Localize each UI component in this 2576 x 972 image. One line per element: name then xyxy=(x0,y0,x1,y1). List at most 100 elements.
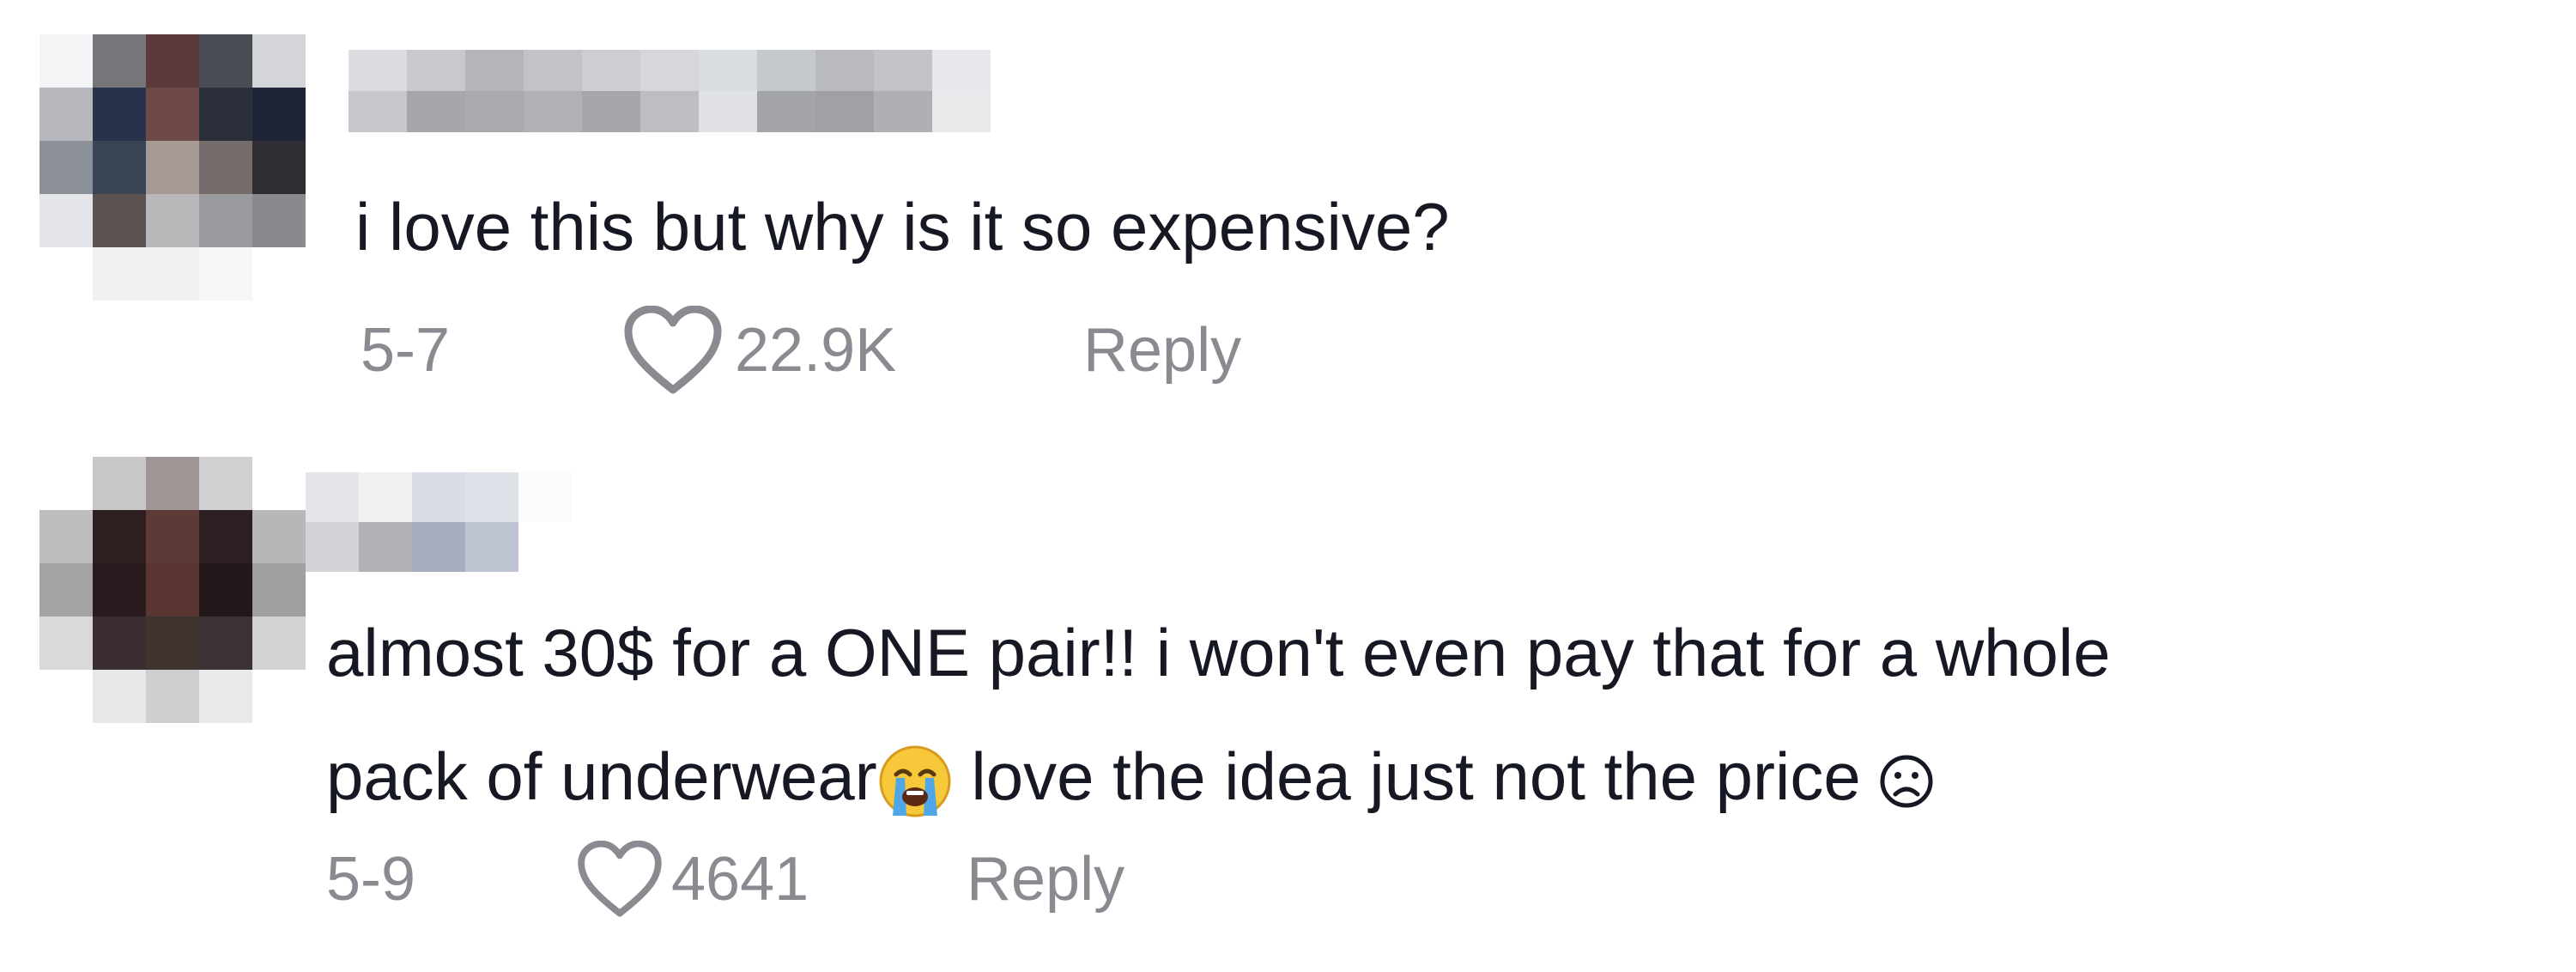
frowning-face-icon xyxy=(1879,754,1934,809)
comment-meta: 5-7 22.9K Reply xyxy=(361,302,1241,398)
avatar[interactable] xyxy=(39,457,306,723)
avatar-pixel xyxy=(93,141,146,194)
avatar-pixel xyxy=(146,194,199,247)
avatar-pixel xyxy=(252,563,306,617)
username-pixel xyxy=(465,472,518,522)
avatar-pixel xyxy=(199,194,252,247)
avatar-pixel xyxy=(252,510,306,563)
comment-text-line: pack of underwear love the idea just not… xyxy=(326,714,2111,838)
username-pixel xyxy=(815,50,874,91)
heart-icon[interactable] xyxy=(577,841,663,918)
avatar-pixel xyxy=(39,34,93,88)
username-pixel xyxy=(349,50,407,91)
username-pixel xyxy=(518,522,572,572)
avatar-pixel xyxy=(252,247,306,301)
comment-text-segment: love the idea just not the price xyxy=(952,738,1880,814)
avatar-pixel xyxy=(146,617,199,670)
avatar-pixel xyxy=(93,88,146,141)
username-pixel xyxy=(932,91,991,132)
username-pixel xyxy=(518,472,572,522)
comment-text-line: almost 30$ for a ONE pair!! i won't even… xyxy=(326,615,2111,690)
username-pixel xyxy=(699,91,757,132)
like-button[interactable]: 4641 xyxy=(577,841,967,918)
loudly-crying-face-emoji-icon xyxy=(877,744,953,819)
avatar[interactable] xyxy=(39,34,306,301)
username-pixel xyxy=(359,472,412,522)
comment-meta: 5-9 4641 Reply xyxy=(326,831,1124,927)
avatar-pixel xyxy=(146,141,199,194)
heart-icon[interactable] xyxy=(623,306,723,395)
username-pixel xyxy=(932,50,991,91)
username-pixel xyxy=(349,91,407,132)
username-pixel xyxy=(640,91,699,132)
avatar-pixel xyxy=(199,34,252,88)
avatar-pixel xyxy=(93,563,146,617)
avatar-pixel xyxy=(252,141,306,194)
avatar-pixel xyxy=(93,457,146,510)
avatar-pixel xyxy=(146,88,199,141)
avatar-pixel xyxy=(146,247,199,301)
avatar-pixel xyxy=(252,194,306,247)
username-pixel xyxy=(524,50,582,91)
avatar-pixel xyxy=(252,670,306,723)
comment-item: almost 30$ for a ONE pair!! i won't even… xyxy=(0,447,2576,972)
avatar-pixel xyxy=(39,563,93,617)
avatar-pixel xyxy=(146,563,199,617)
avatar-pixel xyxy=(199,510,252,563)
username-pixel xyxy=(359,522,412,572)
avatar-pixel xyxy=(199,563,252,617)
comment-date: 5-9 xyxy=(326,845,416,914)
comment-text-line: i love this but why is it so expensive? xyxy=(355,189,1450,264)
avatar-pixel xyxy=(199,247,252,301)
avatar-pixel xyxy=(93,34,146,88)
avatar-pixel xyxy=(199,617,252,670)
reply-button[interactable]: Reply xyxy=(967,844,1124,914)
username-pixel xyxy=(524,91,582,132)
comment-date: 5-7 xyxy=(361,316,451,385)
username[interactable] xyxy=(349,50,991,132)
username-pixel xyxy=(465,50,524,91)
avatar-pixel xyxy=(199,457,252,510)
avatar-pixel xyxy=(39,247,93,301)
comment-text-segment: pack of underwear xyxy=(326,738,877,814)
avatar-pixel xyxy=(93,194,146,247)
username-pixel xyxy=(465,91,524,132)
username-pixel xyxy=(582,50,640,91)
avatar-pixel xyxy=(93,670,146,723)
avatar-pixel xyxy=(39,88,93,141)
username-pixel xyxy=(306,472,359,522)
avatar-pixel xyxy=(39,510,93,563)
avatar-pixel xyxy=(252,34,306,88)
username-pixel xyxy=(757,50,815,91)
avatar-pixel xyxy=(93,247,146,301)
avatar-pixel xyxy=(146,510,199,563)
avatar-pixel xyxy=(252,88,306,141)
avatar-pixel xyxy=(146,34,199,88)
username-pixel xyxy=(874,50,932,91)
avatar-pixel xyxy=(39,141,93,194)
avatar-pixel xyxy=(199,670,252,723)
avatar-pixel xyxy=(146,670,199,723)
avatar-pixel xyxy=(93,510,146,563)
like-button[interactable]: 22.9K xyxy=(623,306,1083,395)
comment-item: i love this but why is it so expensive? … xyxy=(0,0,2576,481)
username-pixel xyxy=(699,50,757,91)
comment-text: almost 30$ for a ONE pair!! i won't even… xyxy=(326,591,2111,838)
reply-button[interactable]: Reply xyxy=(1083,315,1241,386)
username-pixel xyxy=(874,91,932,132)
username-pixel xyxy=(640,50,699,91)
username-pixel xyxy=(407,50,465,91)
username-pixel xyxy=(412,522,465,572)
username-pixel xyxy=(757,91,815,132)
username-pixel xyxy=(582,91,640,132)
username-pixel xyxy=(407,91,465,132)
username[interactable] xyxy=(306,472,572,572)
avatar-pixel xyxy=(39,617,93,670)
username-pixel xyxy=(815,91,874,132)
avatar-pixel xyxy=(39,670,93,723)
avatar-pixel xyxy=(252,617,306,670)
avatar-pixel xyxy=(199,88,252,141)
like-count: 4641 xyxy=(671,845,809,914)
avatar-pixel xyxy=(252,457,306,510)
username-pixel xyxy=(412,472,465,522)
